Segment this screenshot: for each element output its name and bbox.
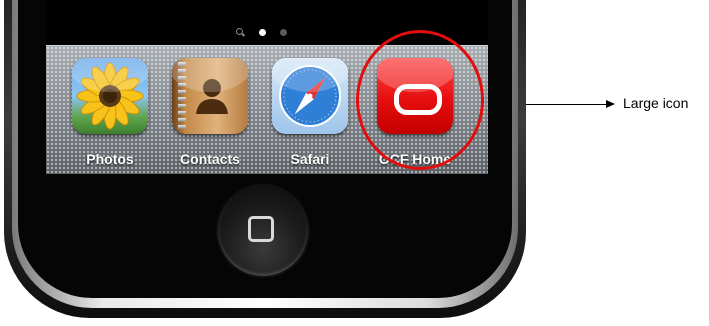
callout-arrow-line xyxy=(526,104,608,105)
contacts-icon[interactable] xyxy=(172,58,248,134)
dock-app-safari[interactable]: Safari xyxy=(262,58,358,170)
page-indicator[interactable] xyxy=(236,27,287,37)
page-dot-active[interactable] xyxy=(259,28,266,36)
app-label-contacts[interactable]: Contacts xyxy=(180,151,240,167)
app-label-photos[interactable]: Photos xyxy=(86,151,133,167)
home-square-icon xyxy=(248,216,274,242)
annotation-label: Large icon xyxy=(623,95,689,111)
page-dot[interactable] xyxy=(280,28,287,36)
dock-app-photos[interactable]: Photos xyxy=(62,58,158,170)
home-button[interactable] xyxy=(218,186,308,276)
photos-icon[interactable] xyxy=(72,58,148,134)
dock-app-contacts[interactable]: Contacts xyxy=(162,58,258,170)
safari-icon[interactable] xyxy=(272,58,348,134)
app-label-safari[interactable]: Safari xyxy=(291,151,330,167)
callout-arrow-icon xyxy=(606,100,615,108)
spotlight-search-icon[interactable] xyxy=(236,27,245,37)
highlight-circle xyxy=(356,30,484,170)
